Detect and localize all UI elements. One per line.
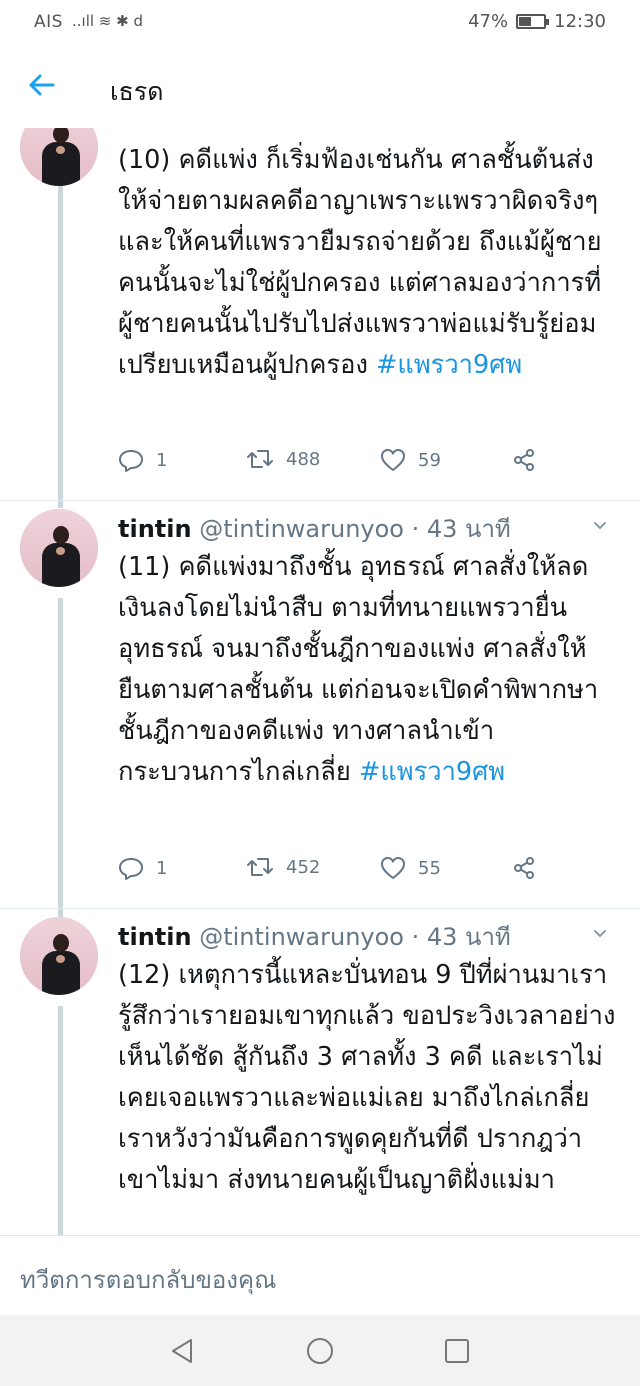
hashtag-link[interactable]: #แพรวา9ศพ xyxy=(376,350,522,380)
battery-percent: 47% xyxy=(468,11,509,32)
app-header: เธรด xyxy=(0,44,640,128)
reply-bar[interactable]: ทวีตการตอบกลับของคุณ xyxy=(0,1235,640,1316)
tweet-body: (12) เหตุการนี้แหละบั่นทอน 9 ปีที่ผ่านมา… xyxy=(118,960,616,1195)
nav-back-icon[interactable] xyxy=(168,1337,196,1365)
battery-icon xyxy=(516,14,550,29)
heart-icon xyxy=(381,857,405,879)
status-right: 47% 12:30 xyxy=(468,11,606,32)
tweet-actions: 1 452 55 xyxy=(118,856,538,886)
share-icon xyxy=(514,857,534,879)
display-name[interactable]: tintin xyxy=(118,923,192,951)
share-icon xyxy=(514,449,534,471)
avatar[interactable] xyxy=(20,128,98,186)
reply-action[interactable]: 1 xyxy=(118,856,167,880)
share-action[interactable] xyxy=(512,856,536,880)
status-bar: AIS ..ıll ≋ ✱ d 47% 12:30 xyxy=(0,0,640,44)
reply-count: 1 xyxy=(156,449,168,471)
tweet-header: tintin @tintinwarunyoo · 43 นาที xyxy=(118,917,511,956)
thread-timeline[interactable]: (10) คดีแพ่ง ก็เริ่มฟ้องเช่นกัน ศาลชั้นต… xyxy=(0,128,640,1235)
tweet-header: tintin @tintinwarunyoo · 43 นาที xyxy=(118,509,511,548)
chevron-down-icon[interactable] xyxy=(592,926,608,942)
handle-time: @tintinwarunyoo · 43 นาที xyxy=(199,923,511,951)
tweet-text: (10) คดีแพ่ง ก็เริ่มฟ้องเช่นกัน ศาลชั้นต… xyxy=(118,140,618,386)
tweet-10[interactable]: (10) คดีแพ่ง ก็เริ่มฟ้องเช่นกัน ศาลชั้นต… xyxy=(0,128,640,498)
retweet-icon xyxy=(247,450,273,468)
like-count: 59 xyxy=(418,449,441,471)
avatar[interactable] xyxy=(20,917,98,995)
arrow-left-icon[interactable] xyxy=(26,70,56,100)
hashtag-link[interactable]: #แพรวา9ศพ xyxy=(359,757,505,787)
tweet-actions: 1 488 59 xyxy=(118,448,538,478)
retweet-action[interactable]: 488 xyxy=(246,448,320,470)
like-count: 55 xyxy=(418,857,441,879)
avatar[interactable] xyxy=(20,509,98,587)
handle-time: @tintinwarunyoo · 43 นาที xyxy=(199,515,511,543)
tweet-11[interactable]: tintin @tintinwarunyoo · 43 นาที (11) คด… xyxy=(0,501,640,908)
reply-count: 1 xyxy=(156,857,168,879)
nav-home-icon[interactable] xyxy=(305,1336,335,1366)
heart-icon xyxy=(381,449,405,471)
tweet-body: (10) คดีแพ่ง ก็เริ่มฟ้องเช่นกัน ศาลชั้นต… xyxy=(118,145,602,380)
tweet-12[interactable]: tintin @tintinwarunyoo · 43 นาที (12) เห… xyxy=(0,909,640,1235)
retweet-action[interactable]: 452 xyxy=(246,856,320,878)
reply-input[interactable]: ทวีตการตอบกลับของคุณ xyxy=(20,1260,276,1299)
like-action[interactable]: 55 xyxy=(380,856,441,880)
tweet-text: (11) คดีแพ่งมาถึงชั้น อุทธรณ์ ศาลสั่งให้… xyxy=(118,547,618,793)
tweet-body: (11) คดีแพ่งมาถึงชั้น อุทธรณ์ ศาลสั่งให้… xyxy=(118,552,599,787)
reply-icon xyxy=(119,450,143,472)
display-name[interactable]: tintin xyxy=(118,515,192,543)
like-action[interactable]: 59 xyxy=(380,448,441,472)
reply-icon xyxy=(119,858,143,880)
carrier-label: AIS xyxy=(34,12,63,32)
retweet-count: 452 xyxy=(286,856,321,878)
retweet-icon xyxy=(247,858,273,876)
clock: 12:30 xyxy=(554,11,606,32)
chevron-down-icon[interactable] xyxy=(592,518,608,534)
page-title: เธรด xyxy=(110,77,164,106)
share-action[interactable] xyxy=(512,448,536,472)
reply-action[interactable]: 1 xyxy=(118,448,167,472)
nav-recents-icon[interactable] xyxy=(443,1337,471,1365)
retweet-count: 488 xyxy=(286,448,321,470)
signal-indicators: ..ıll ≋ ✱ d xyxy=(72,12,144,30)
tweet-text: (12) เหตุการนี้แหละบั่นทอน 9 ปีที่ผ่านมา… xyxy=(118,955,618,1201)
android-nav-bar xyxy=(0,1315,640,1386)
